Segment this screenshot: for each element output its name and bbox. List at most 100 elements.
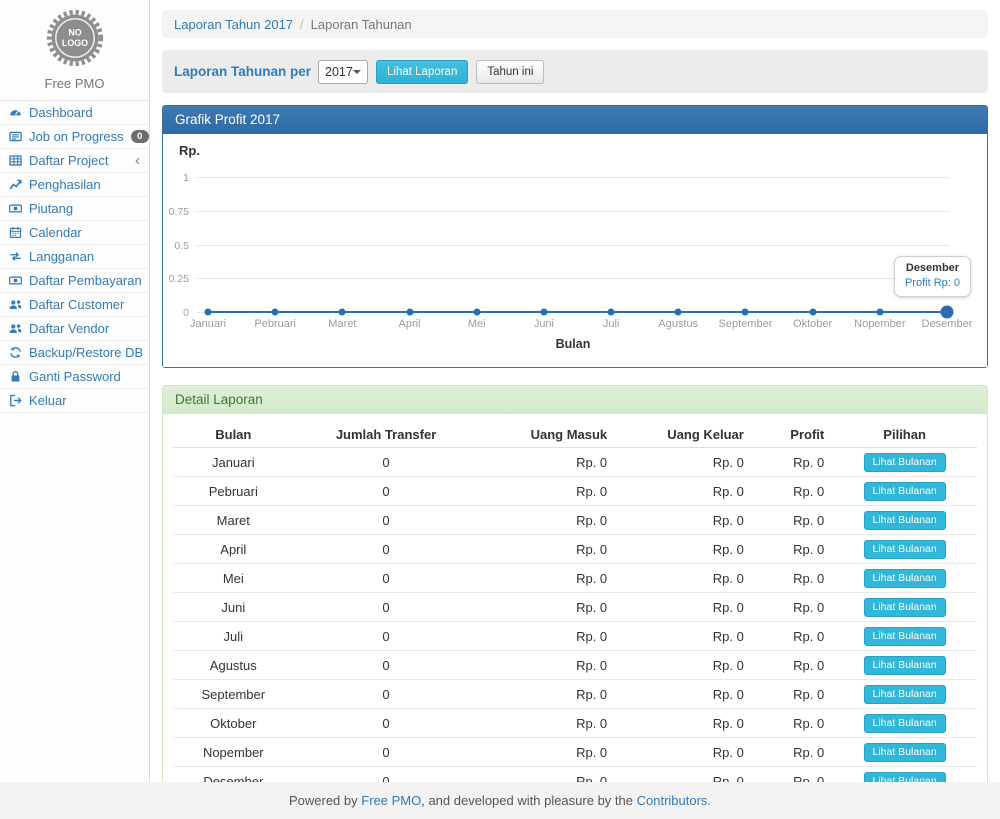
cell-bulan: April: [173, 535, 294, 564]
cell-uang-masuk: Rp. 0: [479, 477, 616, 506]
cell-bulan: September: [173, 680, 294, 709]
breadcrumb-link[interactable]: Laporan Tahun 2017: [174, 17, 293, 32]
x-tick-label: Januari: [190, 318, 226, 330]
view-monthly-button[interactable]: Lihat Bulanan: [864, 540, 946, 559]
sidebar-item[interactable]: Piutang: [0, 197, 149, 221]
tooltip-title: Desember: [905, 262, 960, 274]
sidebar-item-icon: [9, 322, 22, 335]
view-report-button[interactable]: Lihat Laporan: [376, 60, 468, 84]
sidebar-item[interactable]: Calendar: [0, 221, 149, 245]
chart-point[interactable]: [540, 309, 547, 316]
view-monthly-button[interactable]: Lihat Bulanan: [864, 656, 946, 675]
sidebar-item[interactable]: Langganan: [0, 245, 149, 269]
view-monthly-button[interactable]: Lihat Bulanan: [864, 685, 946, 704]
chart-point[interactable]: [742, 309, 749, 316]
sidebar-item-label: Calendar: [29, 225, 82, 240]
page-layout: NO LOGO Free PMO Dashboard Job on Progre…: [0, 0, 1000, 782]
chart-point[interactable]: [608, 309, 615, 316]
cell-profit: Rp. 0: [752, 593, 832, 622]
view-monthly-button[interactable]: Lihat Bulanan: [864, 714, 946, 733]
gridline: 0.25: [196, 278, 950, 279]
cell-pilihan: Lihat Bulanan: [832, 535, 977, 564]
cell-pilihan: Lihat Bulanan: [832, 651, 977, 680]
table-row: Nopember 0 Rp. 0 Rp. 0 Rp. 0 Lihat Bulan…: [173, 738, 977, 767]
chart-point[interactable]: [272, 309, 279, 316]
sidebar-item[interactable]: Keluar: [0, 389, 149, 413]
cell-bulan: Oktober: [173, 709, 294, 738]
cell-uang-masuk: Rp. 0: [479, 622, 616, 651]
gridline: 0.75: [196, 211, 950, 212]
cell-jumlah-transfer: 0: [294, 448, 479, 477]
cell-uang-masuk: Rp. 0: [479, 709, 616, 738]
cell-profit: Rp. 0: [752, 506, 832, 535]
x-tick-label: Mei: [468, 318, 486, 330]
cell-uang-keluar: Rp. 0: [615, 622, 752, 651]
view-monthly-button[interactable]: Lihat Bulanan: [864, 743, 946, 762]
y-tick-label: 1: [159, 172, 189, 184]
cell-profit: Rp. 0: [752, 738, 832, 767]
sidebar-item-icon: [9, 154, 22, 167]
chart-point[interactable]: [205, 309, 212, 316]
sidebar-item-icon: [9, 202, 22, 215]
detail-table-body: Januari 0 Rp. 0 Rp. 0 Rp. 0 Lihat Bulana…: [173, 448, 977, 783]
sidebar-item[interactable]: Daftar Project ‹: [0, 149, 149, 173]
sidebar-item[interactable]: Job on Progress 0: [0, 125, 149, 149]
brand-logo[interactable]: NO LOGO Free PMO: [0, 0, 149, 91]
sidebar-item-icon: [9, 106, 22, 119]
sidebar-item[interactable]: Backup/Restore DB: [0, 341, 149, 365]
x-tick-label: Desember: [922, 318, 973, 330]
view-monthly-button[interactable]: Lihat Bulanan: [864, 772, 946, 783]
sidebar-item[interactable]: Penghasilan: [0, 173, 149, 197]
sidebar-item[interactable]: Daftar Pembayaran: [0, 269, 149, 293]
sidebar: NO LOGO Free PMO Dashboard Job on Progre…: [0, 0, 150, 782]
table-row: Maret 0 Rp. 0 Rp. 0 Rp. 0 Lihat Bulanan: [173, 506, 977, 535]
chart-point[interactable]: [876, 309, 883, 316]
view-monthly-button[interactable]: Lihat Bulanan: [864, 453, 946, 472]
chevron-left-icon: ‹: [135, 156, 140, 166]
x-tick-label: April: [399, 318, 421, 330]
cell-uang-keluar: Rp. 0: [615, 535, 752, 564]
chart-point[interactable]: [473, 309, 480, 316]
cell-uang-masuk: Rp. 0: [479, 738, 616, 767]
view-monthly-button[interactable]: Lihat Bulanan: [864, 598, 946, 617]
this-year-button[interactable]: Tahun ini: [476, 60, 544, 84]
cell-pilihan: Lihat Bulanan: [832, 564, 977, 593]
y-tick-label: 0.25: [159, 273, 189, 285]
x-tick-label: Maret: [328, 318, 356, 330]
table-row: Agustus 0 Rp. 0 Rp. 0 Rp. 0 Lihat Bulana…: [173, 651, 977, 680]
cell-bulan: Maret: [173, 506, 294, 535]
column-header: Uang Keluar: [615, 422, 752, 448]
chart-point[interactable]: [675, 309, 682, 316]
sidebar-item[interactable]: Daftar Customer: [0, 293, 149, 317]
x-tick-label: Juli: [603, 318, 620, 330]
year-select[interactable]: 2017: [318, 60, 368, 84]
sidebar-item-icon: [9, 130, 22, 143]
footer-link-freepmo[interactable]: Free PMO: [361, 793, 421, 808]
x-tick-label: Agustus: [658, 318, 698, 330]
table-row: Pebruari 0 Rp. 0 Rp. 0 Rp. 0 Lihat Bulan…: [173, 477, 977, 506]
view-monthly-button[interactable]: Lihat Bulanan: [864, 627, 946, 646]
cell-pilihan: Lihat Bulanan: [832, 477, 977, 506]
cell-profit: Rp. 0: [752, 622, 832, 651]
table-row: Oktober 0 Rp. 0 Rp. 0 Rp. 0 Lihat Bulana…: [173, 709, 977, 738]
breadcrumb: Laporan Tahun 2017 / Laporan Tahunan: [162, 10, 988, 38]
cell-uang-keluar: Rp. 0: [615, 767, 752, 783]
sidebar-item[interactable]: Ganti Password: [0, 365, 149, 389]
view-monthly-button[interactable]: Lihat Bulanan: [864, 511, 946, 530]
chart-point[interactable]: [406, 309, 413, 316]
view-monthly-button[interactable]: Lihat Bulanan: [864, 569, 946, 588]
breadcrumb-separator: /: [300, 17, 304, 32]
chart-point[interactable]: [809, 309, 816, 316]
footer-link-contributors[interactable]: Contributors.: [637, 793, 711, 808]
table-row: Mei 0 Rp. 0 Rp. 0 Rp. 0 Lihat Bulanan: [173, 564, 977, 593]
cell-bulan: Mei: [173, 564, 294, 593]
chart-point[interactable]: [941, 306, 954, 319]
sidebar-item[interactable]: Daftar Vendor: [0, 317, 149, 341]
cell-uang-keluar: Rp. 0: [615, 564, 752, 593]
cell-jumlah-transfer: 0: [294, 593, 479, 622]
view-monthly-button[interactable]: Lihat Bulanan: [864, 482, 946, 501]
chart-point[interactable]: [339, 309, 346, 316]
sidebar-item[interactable]: Dashboard: [0, 101, 149, 125]
detail-panel: Detail Laporan BulanJumlah TransferUang …: [162, 385, 988, 782]
cell-pilihan: Lihat Bulanan: [832, 593, 977, 622]
